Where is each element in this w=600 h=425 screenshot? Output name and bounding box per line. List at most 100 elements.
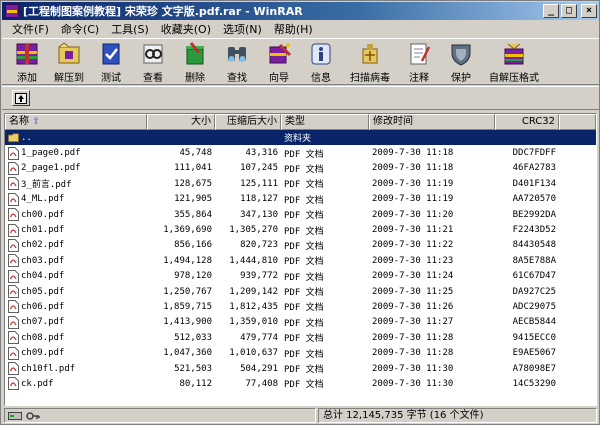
menu-tools[interactable]: 工具(S) xyxy=(105,21,155,37)
pdf-file-icon xyxy=(8,146,19,160)
file-size: 521,503 xyxy=(174,363,212,374)
file-row[interactable]: 1_page0.pdf 45,748 43,316 PDF 文档 2009-7-30 1… xyxy=(5,145,596,160)
file-crc: 9415ECC0 xyxy=(512,332,556,343)
winrar-app-icon[interactable] xyxy=(5,4,19,18)
file-packed-size: 107,245 xyxy=(240,163,278,174)
file-type: PDF 文档 xyxy=(284,241,324,252)
file-packed-size: 504,291 xyxy=(240,363,278,374)
file-row[interactable]: ck.pdf 80,112 77,408 PDF 文档 2009-7-30 11:30 1… xyxy=(5,376,596,391)
column-header-type[interactable]: 类型 xyxy=(281,114,369,130)
column-header-modified[interactable]: 修改时间 xyxy=(369,114,495,130)
pdf-file-icon xyxy=(8,300,19,314)
file-packed-size: 43,316 xyxy=(245,148,278,159)
column-header-packed[interactable]: 压缩后大小 xyxy=(215,114,281,130)
protect-button[interactable]: 保护 xyxy=(440,39,482,84)
file-modified: 2009-7-30 11:26 xyxy=(372,301,454,312)
file-row[interactable]: ch06.pdf 1,859,715 1,812,435 PDF 文档 2009-7-3… xyxy=(5,299,596,314)
file-name: ch04.pdf xyxy=(21,271,65,282)
column-header-size[interactable]: 大小 xyxy=(147,114,215,130)
file-row[interactable]: ch03.pdf 1,494,128 1,444,810 PDF 文档 2009-7-3… xyxy=(5,253,596,268)
file-row[interactable]: ch02.pdf 856,166 820,723 PDF 文档 2009-7-30 11… xyxy=(5,238,596,253)
file-crc: 14C53290 xyxy=(512,378,556,389)
file-row[interactable]: ch04.pdf 978,120 939,772 PDF 文档 2009-7-30 11… xyxy=(5,269,596,284)
menu-help[interactable]: 帮助(H) xyxy=(268,21,319,37)
delete-button[interactable]: 删除 xyxy=(174,39,216,84)
delete-icon xyxy=(181,41,209,67)
scan-virus-button[interactable]: 扫描病毒 xyxy=(342,39,398,84)
file-type: PDF 文档 xyxy=(284,303,324,314)
status-bar: 总计 12,145,735 字节 (16 个文件) xyxy=(2,407,599,424)
info-button[interactable]: 信息 xyxy=(300,39,342,84)
menu-commands[interactable]: 命令(C) xyxy=(55,21,105,37)
file-name: 3_前言.pdf xyxy=(21,180,72,191)
file-modified: 2009-7-30 11:30 xyxy=(372,363,454,374)
file-row[interactable]: ch08.pdf 512,033 479,774 PDF 文档 2009-7-30 11… xyxy=(5,330,596,345)
file-modified: 2009-7-30 11:20 xyxy=(372,209,454,220)
menu-file[interactable]: 文件(F) xyxy=(6,21,55,37)
menu-bar: 文件(F) 命令(C) 工具(S) 收藏夹(O) 选项(N) 帮助(H) xyxy=(2,20,599,37)
close-button[interactable]: × xyxy=(581,4,597,18)
status-summary: 总计 12,145,735 字节 (16 个文件) xyxy=(318,408,597,423)
file-modified: 2009-7-30 11:18 xyxy=(372,148,454,159)
file-row[interactable]: ch05.pdf 1,250,767 1,209,142 PDF 文档 2009-7-3… xyxy=(5,284,596,299)
file-size: 1,047,360 xyxy=(163,348,212,359)
file-name: 2_page1.pdf xyxy=(21,163,81,174)
file-type: PDF 文档 xyxy=(284,149,324,160)
wizard-button[interactable]: 向导 xyxy=(258,39,300,84)
up-folder-button[interactable] xyxy=(12,90,30,106)
pdf-file-icon xyxy=(8,254,19,268)
comment-icon xyxy=(405,41,433,67)
file-name: ch05.pdf xyxy=(21,286,65,297)
file-row[interactable]: ch01.pdf 1,369,690 1,305,270 PDF 文档 2009-7-3… xyxy=(5,222,596,237)
file-size: 1,250,767 xyxy=(163,286,212,297)
test-button[interactable]: 测试 xyxy=(90,39,132,84)
find-button[interactable]: 查找 xyxy=(216,39,258,84)
file-name: ch01.pdf xyxy=(21,225,65,236)
file-size: 1,859,715 xyxy=(163,301,212,312)
column-header-name[interactable]: 名称 ⇧ xyxy=(5,114,147,130)
extract-to-button[interactable]: 解压到 xyxy=(48,39,90,84)
file-crc: 46FA2783 xyxy=(512,163,556,174)
pdf-file-icon xyxy=(8,315,19,329)
file-size: 121,905 xyxy=(174,194,212,205)
file-row[interactable]: ch07.pdf 1,413,900 1,359,010 PDF 文档 2009-7-3… xyxy=(5,315,596,330)
file-modified: 2009-7-30 11:28 xyxy=(372,348,454,359)
file-type: PDF 文档 xyxy=(284,380,324,391)
file-type: PDF 文档 xyxy=(284,365,324,376)
file-crc: D401F134 xyxy=(512,178,556,189)
title-bar[interactable]: [工程制图案例教程] 宋荣珍 文字版.pdf.rar - WinRAR _ □ … xyxy=(2,2,599,20)
file-crc: 61C67D47 xyxy=(512,271,556,282)
minimize-button[interactable]: _ xyxy=(543,4,559,18)
file-row[interactable]: 4_ML.pdf 121,905 118,127 PDF 文档 2009-7-30 11… xyxy=(5,192,596,207)
file-crc: DA927C25 xyxy=(512,286,556,297)
file-row[interactable]: ch00.pdf 355,864 347,130 PDF 文档 2009-7-30 11… xyxy=(5,207,596,222)
menu-options[interactable]: 选项(N) xyxy=(217,21,268,37)
file-row[interactable]: ch10fl.pdf 521,503 504,291 PDF 文档 2009-7-30 … xyxy=(5,361,596,376)
file-type: PDF 文档 xyxy=(284,180,324,191)
folder-icon xyxy=(8,133,19,143)
sfx-button[interactable]: 自解压格式 xyxy=(482,39,546,84)
key-icon[interactable] xyxy=(26,411,40,421)
winrar-window: [工程制图案例教程] 宋荣珍 文字版.pdf.rar - WinRAR _ □ … xyxy=(0,0,600,425)
file-name: ch00.pdf xyxy=(21,209,65,220)
find-icon xyxy=(223,41,251,67)
parent-folder-row[interactable]: .. 资料夹 xyxy=(5,130,596,146)
file-crc: F2243D52 xyxy=(512,225,556,236)
protect-icon xyxy=(447,41,475,67)
file-packed-size: 1,444,810 xyxy=(229,255,278,266)
file-row[interactable]: 3_前言.pdf 128,675 125,111 PDF 文档 2009-7-30 11… xyxy=(5,176,596,191)
file-row[interactable]: 2_page1.pdf 111,041 107,245 PDF 文档 2009-7-30… xyxy=(5,161,596,176)
comment-button[interactable]: 注释 xyxy=(398,39,440,84)
file-name: ch08.pdf xyxy=(21,332,65,343)
drive-icon[interactable] xyxy=(8,411,22,421)
menu-favorites[interactable]: 收藏夹(O) xyxy=(155,21,217,37)
add-button[interactable]: 添加 xyxy=(6,39,48,84)
file-crc: AECB5844 xyxy=(512,317,556,328)
view-button[interactable]: 查看 xyxy=(132,39,174,84)
column-header-crc[interactable]: CRC32 xyxy=(495,114,559,130)
file-size: 978,120 xyxy=(174,271,212,282)
maximize-button[interactable]: □ xyxy=(561,4,577,18)
pdf-file-icon xyxy=(8,238,19,252)
file-crc: A78098E7 xyxy=(512,363,556,374)
file-row[interactable]: ch09.pdf 1,047,360 1,010,637 PDF 文档 2009-7-3… xyxy=(5,345,596,360)
